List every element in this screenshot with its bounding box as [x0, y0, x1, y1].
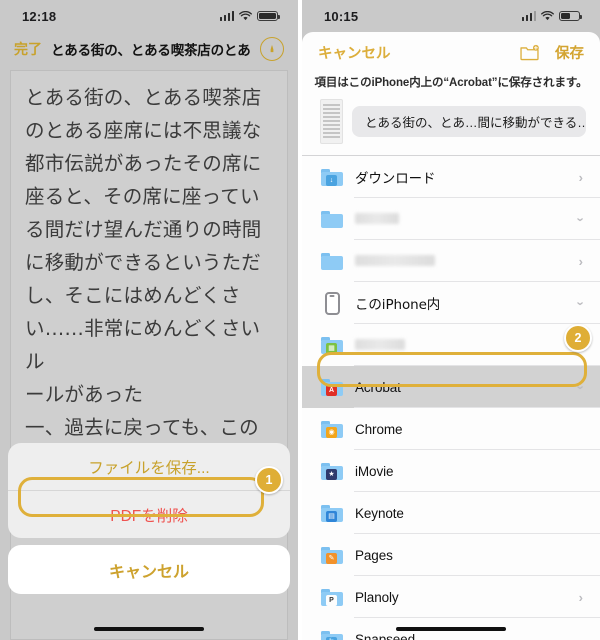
redacted-label [355, 254, 435, 266]
folder-row-label: Planoly [355, 589, 399, 605]
right-phone-screen: 10:15 キャンセル 保存 項目はこのiPhone内上の“Acrobat”に保… [302, 0, 600, 640]
folder-row-iMovie[interactable]: ★ iMovie [302, 450, 600, 492]
new-folder-icon[interactable] [520, 44, 539, 61]
folder-row-ダウンロード[interactable]: ↓ ダウンロード › [302, 156, 600, 198]
folder-row-label: iMovie [355, 463, 394, 479]
filename-input[interactable]: とある街の、とあ…間に移動ができる… [352, 106, 586, 137]
folder-list: ↓ ダウンロード › › › このiPhone内 › ▦ A Acrobat › ◉ Chrome ★ iM… [302, 156, 600, 640]
folder-planoly-icon: P [320, 585, 344, 609]
cellular-bars-icon [521, 11, 536, 22]
wifi-icon [541, 11, 554, 21]
folder-download-icon: ↓ [320, 165, 344, 189]
home-indicator [396, 627, 506, 631]
folder-row-label: Pages [355, 547, 393, 563]
action-sheet: ファイルを保存... PDFを削除 キャンセル [8, 443, 290, 594]
folder-row-Acrobat[interactable]: A Acrobat › [302, 366, 600, 408]
sheet-note: 項目はこのiPhone内上の“Acrobat”に保存されます。 [314, 77, 588, 89]
folder-row-このiPhone内[interactable]: このiPhone内 › [302, 282, 600, 324]
filename-row: とある街の、とあ…間に移動ができる… [302, 99, 600, 155]
home-indicator [94, 627, 204, 631]
folder-acrobat-icon: A [320, 375, 344, 399]
folder-row-Chrome[interactable]: ◉ Chrome [302, 408, 600, 450]
redacted-label [355, 338, 405, 350]
document-thumbnail-icon [320, 99, 343, 144]
chevron-down-icon: › [573, 216, 589, 222]
folder-row-redacted-1[interactable]: › [302, 198, 600, 240]
done-button[interactable]: 完了 [14, 39, 42, 59]
folder-row-redacted-2[interactable]: › [302, 240, 600, 282]
chevron-down-icon: › [573, 384, 589, 390]
folder-row-label: Snapseed [355, 631, 416, 640]
folder-row-redacted-4[interactable]: ▦ [302, 324, 600, 366]
chevron-right-icon: › [578, 169, 583, 185]
save-button[interactable]: 保存 [555, 42, 584, 63]
folder-icon [320, 249, 344, 273]
folder-pages-icon: ✎ [320, 543, 344, 567]
folder-imovie-icon: ★ [320, 459, 344, 483]
screenshot-root: 12:18 完了 とある街の、とある喫茶店のとあ… とある街の、とある喫茶店 の… [0, 0, 600, 640]
step-badge-2: 2 [564, 324, 592, 352]
markup-pen-circle-icon[interactable] [260, 37, 284, 61]
page-title: とある街の、とある喫茶店のとあ… [51, 43, 251, 58]
status-icons [219, 10, 281, 22]
iphone-device-icon [320, 291, 344, 315]
cellular-bars-icon [219, 11, 234, 22]
folder-row-label: このiPhone内 [355, 297, 441, 313]
battery-half-icon [559, 10, 583, 22]
wifi-icon [239, 11, 252, 21]
left-status-bar: 12:18 [0, 0, 298, 32]
status-clock: 10:15 [324, 8, 359, 24]
pdf-toolbar: 完了 とある街の、とある喫茶店のとあ… [0, 32, 298, 66]
folder-row-label: Acrobat [355, 379, 401, 395]
cancel-button[interactable]: キャンセル [318, 42, 520, 63]
folder-row-label [355, 212, 579, 227]
battery-full-icon [257, 10, 281, 22]
status-icons [521, 10, 583, 22]
step-badge-1: 1 [255, 466, 283, 494]
save-to-files-sheet: キャンセル 保存 項目はこのiPhone内上の“Acrobat”に保存されます。 [302, 32, 600, 640]
action-sheet-group: ファイルを保存... PDFを削除 [8, 443, 290, 538]
sheet-topbar: キャンセル 保存 [302, 32, 600, 72]
folder-row-label: Chrome [355, 421, 403, 437]
save-to-files-button[interactable]: ファイルを保存... [8, 443, 290, 490]
folder-row-label [355, 254, 579, 269]
folder-chrome-icon: ◉ [320, 417, 344, 441]
right-status-bar: 10:15 [302, 0, 600, 32]
delete-pdf-button[interactable]: PDFを削除 [8, 490, 290, 538]
chevron-right-icon: › [578, 253, 583, 269]
status-clock: 12:18 [22, 8, 57, 24]
folder-row-label [355, 338, 583, 353]
folder-row-Keynote[interactable]: ▤ Keynote [302, 492, 600, 534]
folder-app-icon: ▦ [320, 333, 344, 357]
folder-keynote-icon: ▤ [320, 501, 344, 525]
folder-row-Planoly[interactable]: P Planoly › [302, 576, 600, 618]
folder-row-Pages[interactable]: ✎ Pages [302, 534, 600, 576]
folder-snapseed-icon: 🍃 [320, 627, 344, 640]
folder-icon [320, 207, 344, 231]
chevron-right-icon: › [578, 589, 583, 605]
left-phone-screen: 12:18 完了 とある街の、とある喫茶店のとあ… とある街の、とある喫茶店 の… [0, 0, 298, 640]
chevron-down-icon: › [573, 300, 589, 306]
folder-row-label: Keynote [355, 505, 404, 521]
folder-row-label: ダウンロード [355, 171, 436, 187]
redacted-label [355, 212, 399, 224]
cancel-button[interactable]: キャンセル [8, 545, 290, 594]
